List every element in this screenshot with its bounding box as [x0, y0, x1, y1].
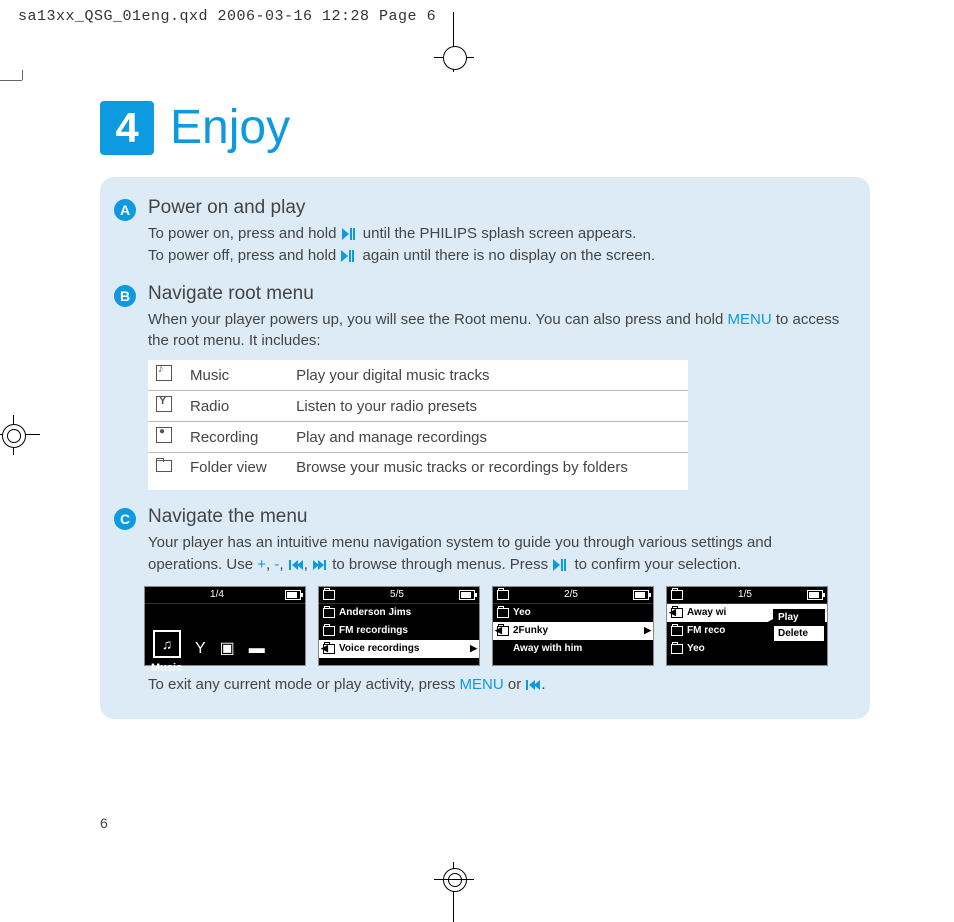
feature-name: Recording: [184, 422, 290, 453]
text: ,: [279, 556, 287, 573]
screen-count: 2/5: [564, 589, 578, 600]
content-panel: A Power on and play To power on, press a…: [100, 177, 870, 719]
feature-desc: Listen to your radio presets: [290, 391, 688, 422]
device-screen-3: 2/5 Yeo ◀2Funky▶ Away with him: [492, 586, 654, 666]
list-item: Anderson Jims: [339, 607, 411, 618]
section-a: A Power on and play To power on, press a…: [114, 197, 844, 267]
section-c: C Navigate the menu Your player has an i…: [114, 506, 844, 576]
recording-icon: [156, 427, 172, 443]
play-pause-icon: [341, 250, 357, 262]
list-item: Away with him: [513, 643, 582, 654]
device-screen-2: 5/5 Anderson Jims FM recordings ◀Voice r…: [318, 586, 480, 666]
table-row: Recording Play and manage recordings: [148, 422, 688, 453]
registration-mark-left: [0, 420, 40, 450]
prev-icon: [526, 680, 540, 690]
feature-desc: Browse your music tracks or recordings b…: [290, 453, 688, 491]
section-b-heading: Navigate root menu: [148, 283, 844, 305]
section-a-heading: Power on and play: [148, 197, 844, 219]
battery-icon: [633, 590, 649, 600]
folder-icon: [156, 458, 170, 472]
section-a-text: To power on, press and hold until the PH…: [148, 223, 844, 267]
registration-mark-bottom: [440, 862, 468, 922]
step-number-badge: 4: [100, 101, 154, 155]
section-c-exit-text: To exit any current mode or play activit…: [148, 674, 844, 696]
table-row: Radio Listen to your radio presets: [148, 391, 688, 422]
table-row: Folder view Browse your music tracks or …: [148, 453, 688, 491]
section-b: B Navigate root menu When your player po…: [114, 283, 844, 491]
plus-key: +: [257, 556, 266, 573]
text: until the PHILIPS splash screen appears.: [359, 225, 637, 242]
feature-name: Radio: [184, 391, 290, 422]
screen-count: 1/5: [738, 589, 752, 600]
next-icon: [313, 560, 327, 570]
music-icon: ♫: [153, 630, 181, 658]
registration-mark-top: [440, 12, 468, 72]
page-number: 6: [100, 815, 108, 831]
screen-count: 5/5: [390, 589, 404, 600]
feature-name: Music: [184, 360, 290, 391]
recording-icon: ▣: [220, 638, 235, 658]
text: to confirm your selection.: [570, 556, 741, 573]
prev-icon: [289, 560, 303, 570]
context-menu-popup: ◀ Play Delete: [773, 609, 825, 642]
text: To power on, press and hold: [148, 225, 341, 242]
features-table: Music Play your digital music tracks Rad…: [148, 360, 688, 490]
feature-name: Folder view: [184, 453, 290, 491]
list-item: Yeo: [687, 643, 705, 654]
radio-icon: [156, 396, 172, 412]
folder-icon: [323, 590, 335, 600]
play-pause-icon: [553, 559, 569, 571]
folder-icon: [497, 590, 509, 600]
menu-keyword: MENU: [460, 676, 504, 693]
device-screens-row: 1/4 ♫ Y ▣ ▬ Music 5/5 Anderson Jims FM r…: [144, 586, 844, 666]
crop-corner-top-left: [0, 70, 22, 92]
list-item: Voice recordings: [339, 643, 419, 654]
text: ,: [304, 556, 312, 573]
battery-icon: [807, 590, 823, 600]
table-row: Music Play your digital music tracks: [148, 360, 688, 391]
page-title: Enjoy: [170, 100, 290, 155]
menu-keyword: MENU: [728, 311, 772, 328]
list-item: Away wi: [687, 607, 726, 618]
feature-desc: Play and manage recordings: [290, 422, 688, 453]
folder-icon: ▬: [249, 640, 265, 658]
crop-mark-header: sa13xx_QSG_01eng.qxd 2006-03-16 12:28 Pa…: [18, 8, 436, 25]
section-c-heading: Navigate the menu: [148, 506, 844, 528]
list-item: FM reco: [687, 625, 725, 636]
screen-count: 1/4: [210, 589, 224, 600]
text: to browse through menus. Press: [328, 556, 552, 573]
text: .: [541, 676, 545, 693]
list-item: Yeo: [513, 607, 531, 618]
battery-icon: [459, 590, 475, 600]
section-c-text: Your player has an intuitive menu naviga…: [148, 532, 844, 576]
section-bullet-b: B: [114, 285, 136, 307]
play-pause-icon: [342, 228, 358, 240]
page-title-row: 4 Enjoy: [100, 100, 870, 155]
section-b-text: When your player powers up, you will see…: [148, 309, 844, 353]
section-bullet-c: C: [114, 508, 136, 530]
screen-label: Music: [145, 662, 305, 674]
list-item: FM recordings: [339, 625, 408, 636]
text: To power off, press and hold: [148, 247, 340, 264]
text: When your player powers up, you will see…: [148, 311, 728, 328]
music-icon: [156, 365, 172, 381]
popup-item: Delete: [774, 626, 824, 641]
popup-item: Play: [774, 610, 824, 626]
text: again until there is no display on the s…: [358, 247, 655, 264]
device-screen-4: 1/5 ◀Away wi FM reco Yeo ◀ Play Delete: [666, 586, 828, 666]
section-bullet-a: A: [114, 199, 136, 221]
folder-icon: [671, 590, 683, 600]
device-screen-1: 1/4 ♫ Y ▣ ▬ Music: [144, 586, 306, 666]
list-item: 2Funky: [513, 625, 548, 636]
battery-icon: [285, 590, 301, 600]
text: To exit any current mode or play activit…: [148, 676, 460, 693]
text: or: [504, 676, 526, 693]
radio-icon: Y: [195, 640, 206, 658]
feature-desc: Play your digital music tracks: [290, 360, 688, 391]
